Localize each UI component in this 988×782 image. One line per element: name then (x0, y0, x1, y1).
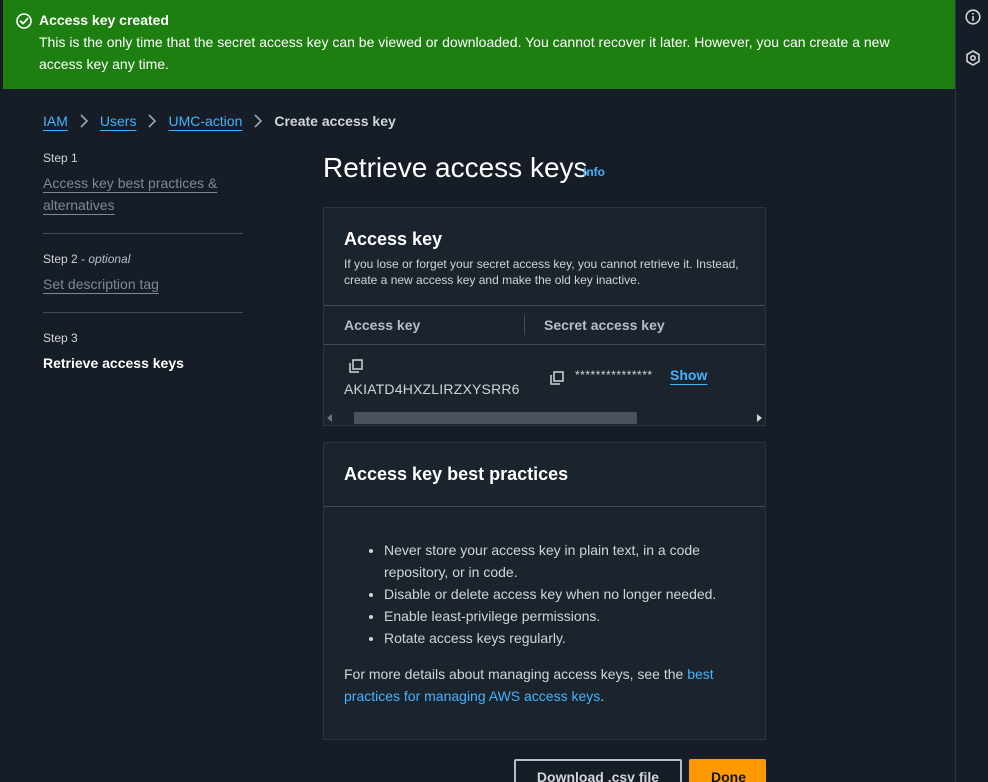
list-item: Never store your access key in plain tex… (384, 539, 745, 583)
flash-title: Access key created (39, 12, 169, 28)
flash-message: This is the only time that the secret ac… (39, 34, 890, 72)
best-practices-panel: Access key best practices Never store yo… (323, 442, 766, 740)
wizard-steps-nav: Step 1 Access key best practices & alter… (43, 150, 243, 408)
main-content: Access key created This is the only time… (0, 0, 955, 782)
access-key-id: AKIATD4HXZLIRZXYSRR6 (344, 381, 520, 397)
success-flash-banner: Access key created This is the only time… (3, 0, 955, 89)
show-secret-link[interactable]: Show (670, 367, 707, 383)
breadcrumb-current: Create access key (274, 113, 396, 129)
scroll-left-arrow-icon[interactable] (327, 414, 332, 422)
footer-text: For more details about managing access k… (344, 666, 688, 682)
download-csv-button[interactable]: Download .csv file (514, 759, 682, 782)
breadcrumb-iam-link[interactable]: IAM (43, 113, 68, 129)
step-number: Step 2 - optional (43, 251, 243, 267)
list-item: Enable least-privilege permissions. (384, 605, 745, 627)
access-key-panel: Access key If you lose or forget your se… (323, 207, 766, 426)
step-3-current: Retrieve access keys (43, 355, 184, 371)
panel-title: Access key (344, 229, 443, 249)
check-circle-icon (16, 13, 32, 29)
best-practices-list: Never store your access key in plain tex… (344, 539, 745, 649)
chevron-right-icon (242, 114, 274, 128)
page-title: Retrieve access keys (323, 152, 588, 183)
step-number: Step 3 (43, 331, 78, 345)
step-1-link[interactable]: Access key best practices & alternatives (43, 172, 243, 216)
scroll-right-arrow-icon[interactable] (757, 414, 762, 422)
horizontal-scrollbar[interactable] (324, 411, 765, 425)
copy-icon[interactable] (550, 371, 564, 385)
best-practices-footer: For more details about managing access k… (344, 663, 745, 707)
panel-description: If you lose or forget your secret access… (344, 257, 739, 287)
right-tools-rail (955, 0, 988, 782)
chevron-right-icon (68, 114, 100, 128)
list-item: Disable or delete access key when no lon… (384, 583, 745, 605)
column-header-secret-key: Secret access key (544, 317, 665, 333)
step-optional-label: optional (88, 252, 131, 266)
step-3: Step 3 Retrieve access keys (43, 330, 243, 391)
column-header-access-key: Access key (344, 317, 421, 333)
footer-suffix: . (600, 688, 605, 704)
chevron-right-icon (136, 114, 168, 128)
info-icon[interactable] (964, 8, 982, 26)
done-button[interactable]: Done (689, 759, 766, 782)
step-number-text: Step 2 - (43, 252, 89, 266)
secret-access-key-masked: *************** (575, 368, 653, 382)
info-link[interactable]: Info (583, 165, 605, 179)
breadcrumb: IAM Users UMC-action Create access key (43, 110, 396, 132)
panel-title: Access key best practices (344, 464, 569, 484)
table-header: Access key Secret access key (324, 305, 765, 345)
column-divider (524, 315, 525, 335)
list-item: Rotate access keys regularly. (384, 627, 745, 649)
step-number: Step 1 (43, 151, 78, 165)
table-row: AKIATD4HXZLIRZXYSRR6 *************** Sho… (324, 345, 765, 410)
breadcrumb-user-link[interactable]: UMC-action (168, 113, 242, 129)
copy-icon[interactable] (349, 359, 363, 373)
step-2: Step 2 - optional Set description tag (43, 251, 243, 313)
step-1: Step 1 Access key best practices & alter… (43, 150, 243, 234)
scrollbar-track (338, 411, 752, 425)
settings-hex-icon[interactable] (964, 49, 982, 67)
step-2-link[interactable]: Set description tag (43, 273, 243, 295)
scrollbar-thumb[interactable] (354, 412, 637, 424)
breadcrumb-users-link[interactable]: Users (100, 113, 137, 129)
